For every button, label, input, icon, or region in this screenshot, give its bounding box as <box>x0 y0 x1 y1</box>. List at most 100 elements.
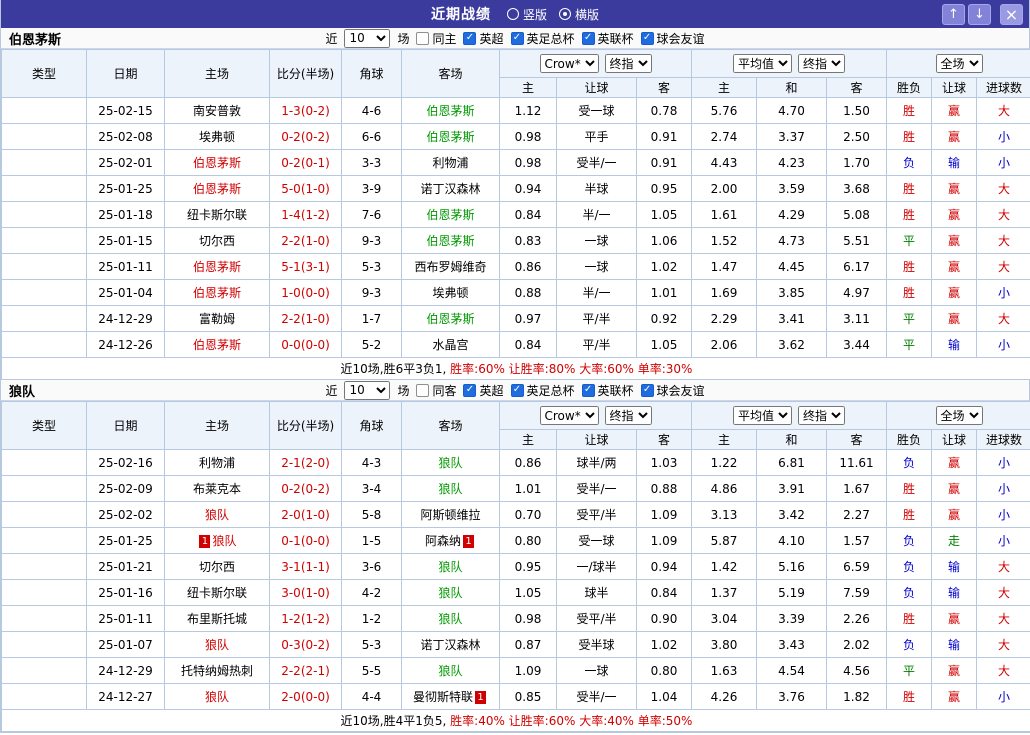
odds-stage-select[interactable]: 终指 <box>604 54 652 73</box>
odds-stage-select[interactable]: 终指 <box>604 406 652 425</box>
result-goals: 小 <box>975 475 1030 502</box>
same-venue-checkbox[interactable] <box>416 31 430 45</box>
league-checkbox[interactable]: ✓ <box>463 31 477 45</box>
result-handicap: 赢 <box>931 683 977 710</box>
avg-away-odds: 11.61 <box>826 449 887 476</box>
league-checkbox[interactable]: ✓ <box>463 383 477 397</box>
league-filter[interactable]: ✓ 英足总杯 <box>510 382 575 399</box>
away-team: 伯恩茅斯 <box>401 227 500 254</box>
radio-icon[interactable] <box>506 8 519 20</box>
match-score: 2-1(2-0) <box>269 449 342 476</box>
match-date: 25-02-08 <box>86 123 165 150</box>
matches-table: 类型 日期 主场 比分(半场) 角球 客场 Crow* 终指 平均值 终指 全场 主… <box>0 401 1030 732</box>
match-date: 24-12-29 <box>86 657 165 684</box>
same-venue-filter[interactable]: 同主 <box>416 30 456 47</box>
average-odds-select[interactable]: 平均值 <box>733 406 792 425</box>
same-venue-label: 同客 <box>432 383 457 398</box>
league-filter-label: 英足总杯 <box>526 383 575 398</box>
league-filter[interactable]: ✓ 球会友谊 <box>640 382 705 399</box>
home-team: 纽卡斯尔联 <box>164 201 270 228</box>
layout-radio[interactable]: 竖版 <box>506 6 547 23</box>
red-card-badge: 1 <box>199 535 211 548</box>
team-name-text: 伯恩茅斯 <box>192 260 241 274</box>
league-filter[interactable]: ✓ 英超 <box>463 382 504 399</box>
handicap-away-odds: 1.02 <box>636 631 692 658</box>
league-checkbox[interactable]: ✓ <box>581 31 595 45</box>
handicap-line: 受半/一 <box>556 149 637 176</box>
subcolumn-header: 让球 <box>556 429 637 450</box>
layout-radio-selected[interactable]: 横版 <box>559 6 599 23</box>
away-team: 阿森纳 1 <box>401 527 500 554</box>
home-team: 狼队 <box>164 501 270 528</box>
handicap-home-odds: 0.86 <box>499 449 557 476</box>
near-label: 近 <box>325 31 338 46</box>
move-down-button[interactable]: ↓ <box>968 3 991 25</box>
page-title: 近期战绩 <box>430 7 491 23</box>
corner-score: 5-2 <box>341 331 402 358</box>
match-date: 25-01-11 <box>86 605 165 632</box>
league-checkbox[interactable]: ✓ <box>581 383 595 397</box>
handicap-away-odds: 0.90 <box>636 605 692 632</box>
close-button[interactable]: × <box>1000 3 1023 25</box>
match-count-select[interactable]: 10 <box>344 28 391 48</box>
odds-provider-select[interactable]: Crow* <box>539 54 599 73</box>
summary-stats: 胜率:60% 让胜率:80% 大率:60% 单率:30% <box>450 362 693 376</box>
match-count-select[interactable]: 10 <box>344 380 391 400</box>
move-up-button[interactable]: ↑ <box>942 3 965 25</box>
subcolumn-header: 和 <box>756 77 827 98</box>
match-rows: 英超 25-02-16 利物浦 2-1(2-0) 4-3 狼队 0.86 球半/两 1.03 1.… <box>1 449 1030 710</box>
match-scope-select[interactable]: 全场 <box>935 54 983 73</box>
team-section: 伯恩茅斯 近 10 场 同主 ✓英超✓英足总杯✓英联杯✓球会友谊 <box>0 28 1030 380</box>
league-filter[interactable]: ✓ 英超 <box>463 30 504 47</box>
match-date: 24-12-27 <box>86 683 165 710</box>
average-odds-select[interactable]: 平均值 <box>733 54 792 73</box>
layout-radio-label: 竖版 <box>522 7 547 22</box>
league-filter[interactable]: ✓ 英足总杯 <box>510 30 575 47</box>
result-outcome: 胜 <box>886 475 932 502</box>
odds-provider-select[interactable]: Crow* <box>539 406 599 425</box>
same-venue-filter[interactable]: 同客 <box>416 382 456 399</box>
average-stage-select[interactable]: 终指 <box>798 406 845 425</box>
avg-home-odds: 1.69 <box>691 279 757 306</box>
team-name-text: 纽卡斯尔联 <box>186 586 247 600</box>
team-name-text: 阿森纳 <box>424 534 461 548</box>
avg-home-odds: 2.74 <box>691 123 757 150</box>
same-venue-checkbox[interactable] <box>416 383 430 397</box>
team-name-text: 布里斯托城 <box>186 612 247 626</box>
handicap-away-odds: 0.80 <box>636 657 692 684</box>
league-filter-label: 球会友谊 <box>656 31 705 46</box>
team-name-text: 狼队 <box>204 508 229 522</box>
result-outcome: 平 <box>886 227 932 254</box>
result-outcome: 胜 <box>886 279 932 306</box>
result-handicap: 赢 <box>931 227 977 254</box>
result-outcome: 胜 <box>886 605 932 632</box>
summary-row: 近10场,胜4平1负5, 胜率:40% 让胜率:60% 大率:40% 单率:50… <box>0 709 1030 732</box>
handicap-line: 一球 <box>556 657 637 684</box>
team-section: 狼队 近 10 场 同客 ✓ 英超 ✓ 英足总杯 ✓ 英联杯 ✓ 球会友谊 类型… <box>0 380 1030 732</box>
radio-icon[interactable] <box>559 8 571 20</box>
league-checkbox[interactable]: ✓ <box>510 383 524 397</box>
match-score: 2-2(1-0) <box>269 305 342 332</box>
team-name-text: 曼彻斯特联 <box>412 690 473 704</box>
average-stage-select[interactable]: 终指 <box>798 54 845 73</box>
league-checkbox[interactable]: ✓ <box>640 383 654 397</box>
red-card-badge: 1 <box>463 535 474 548</box>
result-handicap: 走 <box>931 527 977 554</box>
table-footer: 近10场,胜6平3负1, 胜率:60% 让胜率:80% 大率:60% 单率:30… <box>0 357 1030 380</box>
match-date: 25-02-09 <box>86 475 165 502</box>
league-filter[interactable]: ✓ 英联杯 <box>581 382 634 399</box>
match-scope-select[interactable]: 全场 <box>935 406 983 425</box>
layout-radio-label: 横版 <box>575 7 600 22</box>
league-checkbox[interactable]: ✓ <box>510 31 524 45</box>
league-checkbox[interactable]: ✓ <box>640 31 654 45</box>
handicap-away-odds: 1.09 <box>636 527 692 554</box>
recent-results-panel: 近期战绩 竖版 横版 ↑ ↓ × 伯恩茅斯 近 10 场 同主 ✓ 英超 ✓ 英足总杯 ✓… <box>0 0 1030 733</box>
home-team: 伯恩茅斯 <box>164 149 270 176</box>
league-filter[interactable]: ✓ 英联杯 <box>581 30 634 47</box>
result-goals: 大 <box>975 579 1030 606</box>
match-date: 25-01-04 <box>86 279 165 306</box>
team-name-text: 伯恩茅斯 <box>426 234 475 248</box>
subcolumn-header: 进球数 <box>975 77 1030 98</box>
league-filter[interactable]: ✓ 球会友谊 <box>640 30 705 47</box>
team-header-row: 伯恩茅斯 近 10 场 同主 ✓ 英超 ✓ 英足总杯 ✓ 英联杯 ✓ 球会友谊 <box>1 28 1029 49</box>
